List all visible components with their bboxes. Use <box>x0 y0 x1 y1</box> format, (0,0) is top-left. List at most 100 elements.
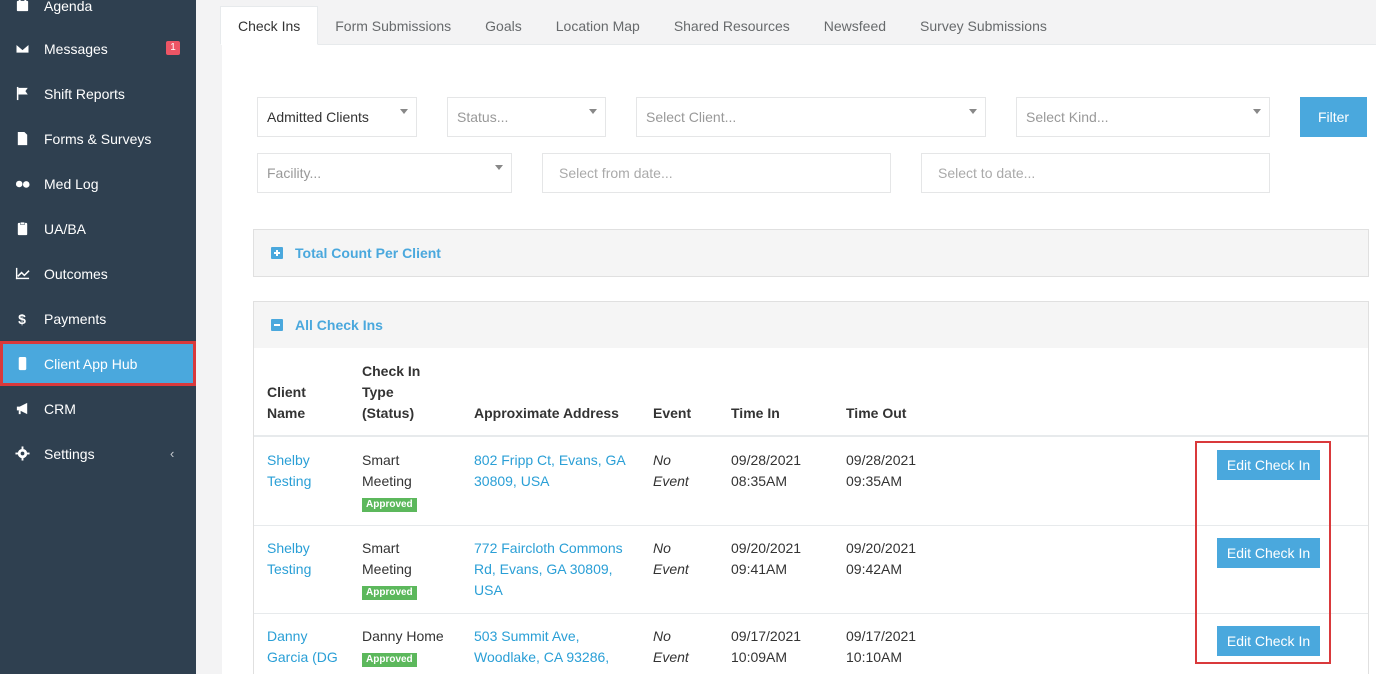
sidebar-item-shift-reports[interactable]: Shift Reports <box>0 71 196 116</box>
tab-newsfeed[interactable]: Newsfeed <box>807 6 903 45</box>
column-header-time-in: Time In <box>731 405 780 421</box>
file-icon <box>14 131 30 147</box>
client-name-link[interactable]: Danny Garcia (DG <box>267 626 338 668</box>
admitted-clients-value: Admitted Clients <box>267 109 369 125</box>
dollar-icon: $ <box>18 310 26 327</box>
bullhorn-icon <box>14 401 30 417</box>
tab-survey-submissions[interactable]: Survey Submissions <box>903 6 1064 45</box>
status-select[interactable]: Status... <box>447 97 606 137</box>
client-name-link[interactable]: Shelby Testing <box>267 450 311 492</box>
sidebar-item-label: Med Log <box>44 175 99 192</box>
row-divider <box>254 613 1368 614</box>
message-count-badge: 1 <box>166 41 180 55</box>
column-header-time-out: Time Out <box>846 405 907 421</box>
edit-check-in-button[interactable]: Edit Check In <box>1217 626 1320 656</box>
sidebar-item-agenda[interactable]: Agenda <box>0 0 196 28</box>
sidebar-item-ua-ba[interactable]: UA/BA <box>0 206 196 251</box>
sidebar-item-label: Payments <box>44 310 107 327</box>
chevron-left-icon: ‹ <box>170 446 175 461</box>
kind-placeholder: Select Kind... <box>1026 109 1109 125</box>
check-in-type: Danny Home Approved <box>362 628 444 667</box>
event-cell: No Event <box>653 628 689 665</box>
sidebar-item-label: CRM <box>44 400 76 417</box>
tab-location-map[interactable]: Location Map <box>539 6 657 45</box>
column-header-address: Approximate Address <box>474 405 619 421</box>
sidebar-item-label: Outcomes <box>44 265 108 282</box>
sidebar-item-client-app-hub[interactable]: Client App Hub <box>0 341 196 386</box>
status-placeholder: Status... <box>457 109 509 125</box>
client-select[interactable]: Select Client... <box>636 97 986 137</box>
caret-down-icon <box>969 109 977 114</box>
sidebar-item-med-log[interactable]: Med Log <box>0 161 196 206</box>
sidebar-item-label: UA/BA <box>44 220 87 237</box>
time-in-cell: 09/17/2021 10:09AM <box>731 628 802 665</box>
main-content: Check Ins Form Submissions Goals Locatio… <box>196 0 1376 674</box>
calendar-icon <box>14 0 30 14</box>
filter-button[interactable]: Filter <box>1300 97 1367 137</box>
tab-goals[interactable]: Goals <box>468 6 539 45</box>
sidebar-item-messages[interactable]: Messages 1 <box>0 26 196 71</box>
caret-down-icon <box>589 109 597 114</box>
total-count-title[interactable]: Total Count Per Client <box>295 245 441 261</box>
status-badge: Approved <box>362 498 417 512</box>
edit-check-in-button[interactable]: Edit Check In <box>1217 450 1320 480</box>
edit-check-in-button[interactable]: Edit Check In <box>1217 538 1320 568</box>
envelope-icon <box>14 41 30 57</box>
check-in-type: Smart Meeting Approved <box>362 450 417 513</box>
column-header-event: Event <box>653 405 692 421</box>
time-out-cell: 09/28/2021 09:35AM <box>846 452 917 489</box>
tab-shared-resources[interactable]: Shared Resources <box>657 6 807 45</box>
from-date-input[interactable]: Select from date... <box>542 153 891 193</box>
chart-line-icon <box>14 266 30 282</box>
admitted-clients-select[interactable]: Admitted Clients <box>257 97 417 137</box>
time-out-cell: 09/17/2021 10:10AM <box>846 628 917 665</box>
column-header-check-in-type: Check In Type (Status) <box>362 363 421 421</box>
facility-placeholder: Facility... <box>267 165 322 181</box>
status-badge: Approved <box>362 653 417 667</box>
all-check-ins-section-header[interactable]: All Check Ins <box>253 301 1369 349</box>
header-divider <box>254 435 1368 437</box>
clipboard-icon <box>14 221 30 237</box>
time-in-cell: 09/28/2021 08:35AM <box>731 452 802 489</box>
from-date-placeholder: Select from date... <box>559 165 673 181</box>
row-divider <box>254 525 1368 526</box>
check-ins-table: Client Name Check In Type (Status) Approxim… <box>253 348 1369 674</box>
caret-down-icon <box>495 165 503 170</box>
address-link[interactable]: 772 Faircloth Commons Rd, Evans, GA 30809… <box>474 538 623 601</box>
event-cell: No Event <box>653 452 689 489</box>
kind-select[interactable]: Select Kind... <box>1016 97 1270 137</box>
sidebar-item-label: Messages <box>44 40 108 57</box>
address-link[interactable]: 503 Summit Ave, Woodlake, CA 93286, <box>474 626 609 668</box>
client-name-link[interactable]: Shelby Testing <box>267 538 311 580</box>
facility-select[interactable]: Facility... <box>257 153 512 193</box>
time-in-cell: 09/20/2021 09:41AM <box>731 540 802 577</box>
expand-icon <box>271 247 283 259</box>
gear-icon <box>14 446 30 462</box>
sidebar-item-label: Settings <box>44 445 95 462</box>
sidebar-item-label: Forms & Surveys <box>44 130 152 147</box>
sidebar-item-crm[interactable]: CRM <box>0 386 196 431</box>
sidebar: Agenda Messages 1 Shift Reports Forms & … <box>0 0 196 674</box>
status-badge: Approved <box>362 586 417 600</box>
pills-icon <box>14 176 30 192</box>
tab-check-ins[interactable]: Check Ins <box>220 6 319 45</box>
to-date-input[interactable]: Select to date... <box>921 153 1270 193</box>
caret-down-icon <box>400 109 408 114</box>
total-count-section-header[interactable]: Total Count Per Client <box>253 229 1369 277</box>
sidebar-item-outcomes[interactable]: Outcomes <box>0 251 196 296</box>
sidebar-item-label: Agenda <box>44 0 93 14</box>
address-link[interactable]: 802 Fripp Ct, Evans, GA 30809, USA <box>474 450 626 492</box>
mobile-icon <box>14 356 30 372</box>
tab-bar: Check Ins Form Submissions Goals Locatio… <box>220 6 1064 45</box>
tab-form-submissions[interactable]: Form Submissions <box>318 6 468 45</box>
sidebar-item-payments[interactable]: $ Payments <box>0 296 196 341</box>
sidebar-item-forms-surveys[interactable]: Forms & Surveys <box>0 116 196 161</box>
sidebar-item-label: Shift Reports <box>44 85 125 102</box>
column-header-client-name: Client Name <box>267 384 306 421</box>
to-date-placeholder: Select to date... <box>938 165 1036 181</box>
check-in-type: Smart Meeting Approved <box>362 538 417 601</box>
all-check-ins-title[interactable]: All Check Ins <box>295 317 383 333</box>
caret-down-icon <box>1253 109 1261 114</box>
time-out-cell: 09/20/2021 09:42AM <box>846 540 917 577</box>
sidebar-item-settings[interactable]: Settings ‹ <box>0 431 196 476</box>
